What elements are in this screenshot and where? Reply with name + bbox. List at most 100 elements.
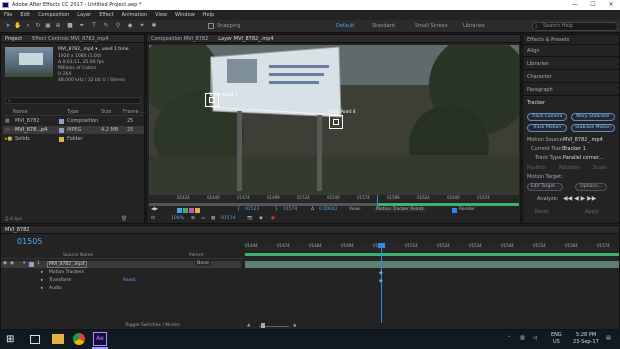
channel-icon[interactable]: ● <box>271 216 275 221</box>
menu-composition[interactable]: Composition <box>38 12 69 18</box>
puppet-tool-icon[interactable]: ✱ <box>150 22 158 30</box>
col-parent[interactable]: Parent <box>189 253 203 258</box>
selection-tool-icon[interactable]: ➤ <box>4 22 12 30</box>
type-tool-icon[interactable]: T <box>90 22 98 30</box>
panel-paragraph[interactable]: Paragraph <box>527 87 553 93</box>
eraser-tool-icon[interactable]: ◆ <box>126 22 134 30</box>
layer-duration-bar[interactable] <box>245 261 619 268</box>
track-motion-button[interactable]: Track Motion <box>527 124 567 132</box>
render-checkbox[interactable] <box>452 208 457 213</box>
menu-layer[interactable]: Layer <box>77 12 91 18</box>
expand-icon[interactable]: ▸ <box>41 270 43 275</box>
workspace-standard[interactable]: Standard <box>372 23 395 29</box>
view-dropdown[interactable]: Motion Tracker Points <box>373 207 427 212</box>
zoom-out-icon[interactable]: ▲ <box>247 323 250 328</box>
render-icon[interactable] <box>183 208 188 213</box>
project-row[interactable]: ▸■ Solids Folder <box>3 135 144 143</box>
project-row[interactable]: ▦ MVI_8782 Composition 25 <box>3 117 144 125</box>
layer-ruler[interactable]: 01424 01449 01474 01499 01524 01549 0157… <box>149 195 519 202</box>
menu-edit[interactable]: Edit <box>20 12 30 18</box>
snapshot-icon[interactable]: 📷 <box>247 216 253 221</box>
grid-icon[interactable]: ⊞ <box>191 216 195 221</box>
maximize-button[interactable]: ☐ <box>584 0 602 10</box>
playhead-handle[interactable] <box>378 243 385 248</box>
file-explorer-icon[interactable] <box>52 334 64 344</box>
footage-viewer[interactable]: Track Point 1 Track Point 4 <box>149 45 519 195</box>
tab-layer[interactable]: Layer MVI_8782_.mp4 <box>218 36 273 42</box>
work-area-bar[interactable] <box>149 203 377 206</box>
timecode-value[interactable]: 01574 <box>221 216 235 221</box>
network-icon[interactable]: ▥ <box>520 335 525 341</box>
notifications-icon[interactable]: ▤ <box>606 335 611 341</box>
col-source-name[interactable]: Source Name <box>63 253 93 258</box>
keyframe-icon[interactable]: ◆ <box>379 270 383 276</box>
windows-start-icon[interactable]: ⊞ <box>6 334 17 345</box>
menu-window[interactable]: Window <box>175 12 195 18</box>
volume-icon[interactable]: ◁ <box>533 335 537 341</box>
col-name[interactable]: Name <box>13 109 28 115</box>
col-frame[interactable]: Frame ... <box>123 109 145 115</box>
search-help-input[interactable]: Search Help <box>532 22 618 31</box>
hand-tool-icon[interactable]: ✋ <box>14 22 22 30</box>
tracked-range-bar[interactable] <box>377 203 519 206</box>
warp-stabilizer-button[interactable]: Warp Stabilizer <box>571 113 615 121</box>
close-button[interactable]: ✕ <box>602 0 620 10</box>
zoom-in-icon[interactable]: ▲ <box>293 323 296 328</box>
motion-source-dropdown[interactable]: MVI_8782_.mp4 <box>563 137 603 143</box>
property-row[interactable]: ▸ Transform Reset <box>1 278 241 285</box>
edit-target-button[interactable]: Edit Target... <box>527 183 563 191</box>
language-label[interactable]: ENG <box>551 332 562 338</box>
options-button[interactable]: Options... <box>575 183 607 191</box>
menu-animation[interactable]: Animation <box>122 12 148 18</box>
workspace-small-screen[interactable]: Small Screen <box>415 23 448 29</box>
out-point-icon[interactable]: } <box>275 207 278 212</box>
position-checkbox[interactable]: Position <box>527 165 546 171</box>
zoom-slider-handle[interactable] <box>261 323 265 328</box>
tray-up-icon[interactable]: ˄ <box>508 336 511 342</box>
col-type[interactable]: Type <box>67 109 78 115</box>
clock-date[interactable]: 23-Sep-17 <box>573 339 599 345</box>
preview-icon[interactable]: ◀▶ <box>151 207 158 212</box>
transparency-icon[interactable]: ▦ <box>211 216 215 221</box>
track-type-dropdown[interactable]: Parallel corner... <box>563 155 603 161</box>
clone-stamp-tool-icon[interactable]: ⚲ <box>114 22 122 30</box>
rotate-tool-icon[interactable]: ↻ <box>34 22 42 30</box>
property-row[interactable]: ▸ Motion Trackers <box>1 270 241 277</box>
current-time-indicator[interactable] <box>377 195 378 207</box>
tab-effect-controls[interactable]: Effect Controls MVI_8782_mp4 <box>32 36 108 42</box>
work-area-bar[interactable] <box>245 253 619 256</box>
track-point-4-feature[interactable] <box>333 119 339 125</box>
panel-libraries[interactable]: Libraries <box>527 61 549 67</box>
in-point-icon[interactable]: { <box>237 207 240 212</box>
brush-tool-icon[interactable]: ✎ <box>102 22 110 30</box>
bpc-label[interactable]: 8 bpc <box>10 217 22 222</box>
mask-icon[interactable]: ▭ <box>201 216 205 221</box>
rotation-checkbox[interactable]: Rotation <box>559 165 580 171</box>
scale-checkbox[interactable]: Scale <box>593 165 606 171</box>
roto-brush-tool-icon[interactable]: ✦ <box>138 22 146 30</box>
pen-tool-icon[interactable]: ✒ <box>78 22 86 30</box>
menu-help[interactable]: Help <box>203 12 214 18</box>
zoom-dropdown[interactable]: 100% <box>171 216 184 221</box>
minimize-button[interactable]: — <box>566 0 584 10</box>
project-row-selected[interactable]: ▭ MVI_878...p4 MPEG 4.2 MB 25 <box>3 126 144 134</box>
tab-timeline-comp[interactable]: MVI_8782 <box>5 227 29 233</box>
tab-project[interactable]: Project <box>5 36 22 42</box>
layer-row[interactable]: ◉ ◉ ▾ 1 MVI_8782_.mp4 None <box>1 261 241 268</box>
after-effects-taskbar-icon[interactable]: Ae <box>93 332 107 346</box>
reset-button[interactable]: Reset <box>535 209 549 215</box>
task-view-icon[interactable] <box>30 335 40 344</box>
reset-link[interactable]: Reset <box>123 278 136 283</box>
toggle-switches-modes[interactable]: Toggle Switches / Modes <box>125 323 180 328</box>
analyze-controls-icon[interactable]: ◀◀ ◀ ▶ ▶▶ <box>563 195 596 202</box>
apply-button[interactable]: Apply <box>585 209 599 215</box>
layer-name[interactable]: MVI_8782_.mp4 <box>47 261 87 268</box>
pan-behind-tool-icon[interactable]: ⊕ <box>54 22 62 30</box>
menu-effect[interactable]: Effect <box>99 12 113 18</box>
camera-tool-icon[interactable]: ▣ <box>44 22 52 30</box>
stabilize-motion-button[interactable]: Stabilize Motion <box>571 124 615 132</box>
eye-icon[interactable]: ◉ <box>3 261 7 266</box>
panel-character[interactable]: Character <box>527 74 552 80</box>
clock-time[interactable]: 5:28 PM <box>576 332 596 338</box>
col-size[interactable]: Size <box>101 109 111 115</box>
